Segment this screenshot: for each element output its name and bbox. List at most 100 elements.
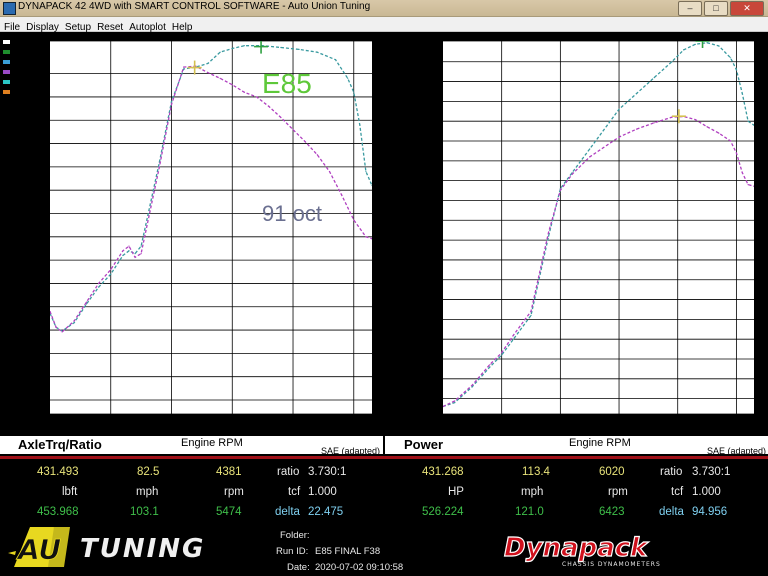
rpm-max-value-right: 6423: [599, 506, 625, 518]
menu-autoplot[interactable]: Autoplot: [126, 21, 169, 34]
au-text: AU: [16, 533, 61, 566]
data-point: [718, 45, 720, 47]
y-tick-label: 225.0: [409, 271, 440, 286]
x-tick-label: 6000: [662, 417, 690, 431]
data-point: [298, 48, 300, 50]
run-swatch[interactable]: [3, 90, 10, 94]
data-point: [243, 91, 246, 93]
y-tick-label: 526.2: [409, 33, 440, 47]
tcf-value-right: 1.000: [692, 486, 721, 498]
data-point: [735, 152, 737, 154]
run-swatch[interactable]: [3, 70, 10, 74]
data-point: [128, 250, 130, 252]
data-point: [134, 253, 136, 255]
y-tick-label: 400: [26, 88, 47, 103]
y-tick-label: 425: [26, 65, 47, 80]
series-line-91oct: [50, 65, 372, 333]
data-point: [706, 126, 708, 128]
torque-chart-svg: E85 91 oct: [50, 41, 372, 414]
y-tick-label: 325: [26, 158, 47, 173]
menu-bar: File Display Setup Reset Autoplot Help: [0, 17, 768, 34]
power-chart[interactable]: [442, 40, 755, 415]
data-point: [454, 400, 456, 402]
data-point: [347, 77, 349, 79]
cursor-marker[interactable]: [187, 60, 202, 75]
data-point: [98, 282, 100, 285]
menu-reset[interactable]: Reset: [94, 21, 126, 34]
data-point: [512, 338, 515, 340]
run-swatch[interactable]: [3, 40, 10, 44]
y-tick-label: 225: [26, 252, 47, 267]
annotation-e85: E85: [262, 68, 312, 99]
ratio-label: ratio: [277, 466, 300, 478]
torque-chart[interactable]: E85 91 oct: [49, 40, 373, 415]
y-tick-label: 475.0: [409, 73, 440, 88]
torque-value: 431.493: [37, 466, 79, 478]
y-tick-label: 75: [33, 392, 47, 406]
data-point: [501, 352, 503, 354]
torque-unit: lbft: [62, 486, 78, 498]
y-tick-label: 300: [26, 182, 47, 197]
runid-value: E85 FINAL F38: [315, 546, 381, 557]
torque-sae-label: SAE (adapted): [321, 446, 381, 456]
date-label: Date:: [287, 562, 310, 573]
rpm-unit: rpm: [224, 486, 244, 498]
data-point: [371, 184, 372, 187]
y-tick-label: 150: [26, 322, 47, 337]
series-line-e85: [50, 45, 372, 332]
y-tick-label: 375: [26, 112, 47, 127]
torque-panel-title: AxleTrq/Ratio: [18, 437, 102, 452]
mph-max-value-right: 121.0: [515, 506, 544, 518]
run-swatch[interactable]: [3, 60, 10, 64]
data-point: [653, 77, 655, 79]
data-point: [359, 124, 361, 126]
y-tick-label: 250: [26, 228, 47, 243]
mph-max-value: 103.1: [130, 506, 159, 518]
mph-unit: mph: [136, 486, 159, 498]
data-point: [353, 91, 355, 93]
data-point: [280, 46, 282, 49]
data-point: [207, 72, 209, 74]
cursor-marker[interactable]: [254, 41, 269, 54]
run-swatch[interactable]: [3, 50, 10, 54]
data-point: [140, 245, 142, 247]
data-point: [618, 136, 620, 138]
power-panel-title: Power: [404, 437, 444, 452]
data-point: [219, 77, 221, 79]
delta-value: 22.475: [308, 506, 344, 518]
y-tick-label: 175.0: [409, 311, 440, 326]
annotation-oct91: 91 oct: [262, 201, 322, 226]
dynapack-sub-text: CHASSIS DYNAMOMETERS: [562, 561, 661, 568]
date-value: 2020-07-02 09:10:58: [315, 562, 404, 573]
rpm-unit-right: rpm: [608, 486, 628, 498]
data-point: [231, 84, 233, 86]
rpm-value: 4381: [216, 466, 242, 478]
window-title: DYNAPACK 42 4WD with SMART CONTROL SOFTW…: [18, 1, 371, 12]
minimize-button[interactable]: –: [678, 1, 702, 16]
y-tick-label: 350.0: [409, 172, 440, 187]
data-point: [501, 354, 503, 356]
run-swatch[interactable]: [3, 80, 10, 84]
data-point: [316, 51, 318, 53]
data-point: [741, 92, 743, 95]
menu-setup[interactable]: Setup: [62, 21, 94, 34]
data-point: [243, 45, 246, 47]
y-tick-label: 375.0: [409, 152, 440, 167]
x-tick-label: 5000: [217, 417, 244, 431]
data-point: [128, 245, 130, 247]
data-point: [61, 331, 63, 333]
y-tick-label: 325.0: [409, 192, 440, 207]
tuning-text: TUNING: [80, 534, 205, 564]
data-point: [365, 170, 367, 173]
data-point: [489, 363, 491, 366]
delta-label: delta: [275, 506, 300, 518]
x-tick-label: 7300: [357, 417, 384, 431]
data-point: [158, 166, 160, 168]
menu-help[interactable]: Help: [169, 21, 196, 34]
data-point: [122, 254, 124, 257]
close-button[interactable]: ✕: [730, 1, 764, 16]
data-point: [548, 231, 550, 233]
tcf-value: 1.000: [308, 486, 337, 498]
maximize-button[interactable]: □: [704, 1, 728, 16]
folder-label: Folder:: [280, 530, 310, 541]
